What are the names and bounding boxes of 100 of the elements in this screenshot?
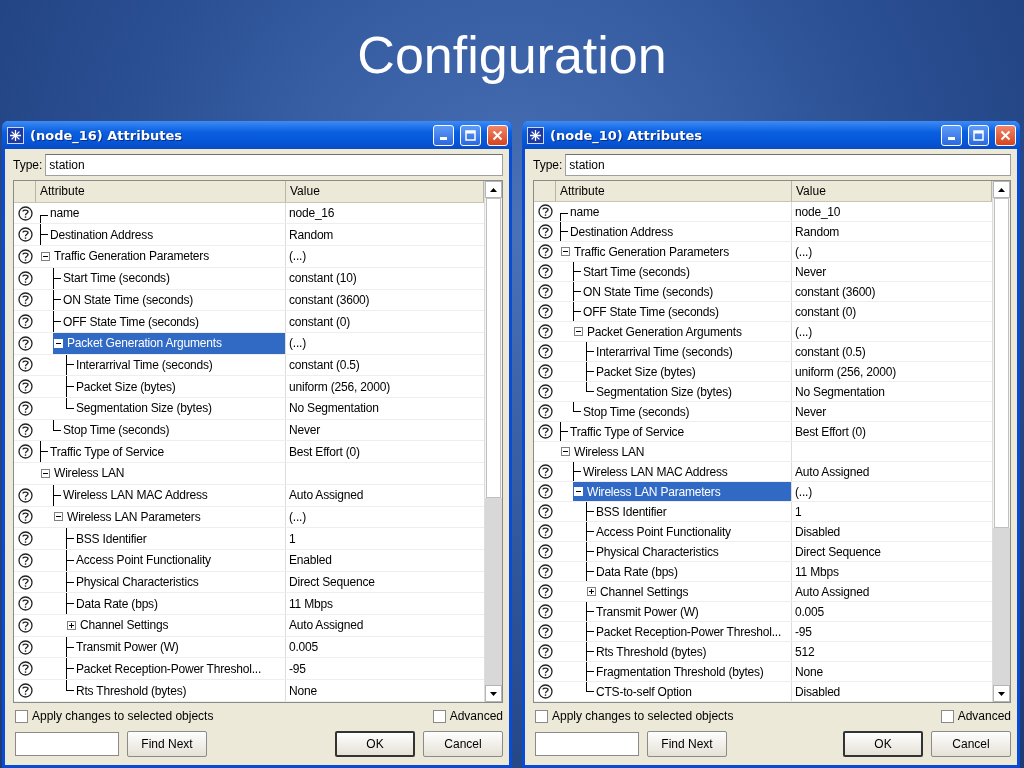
help-icon[interactable] bbox=[537, 664, 553, 680]
column-header[interactable]: Attribute bbox=[36, 181, 286, 202]
tree-item[interactable]: Traffic Generation Parameters bbox=[560, 242, 732, 262]
value-cell[interactable]: Auto Assigned bbox=[286, 484, 484, 506]
help-icon[interactable] bbox=[537, 404, 553, 420]
help-icon[interactable] bbox=[537, 224, 553, 240]
value-cell[interactable]: node_10 bbox=[792, 202, 992, 222]
value-cell[interactable]: constant (3600) bbox=[286, 289, 484, 311]
value-cell[interactable]: (...) bbox=[286, 332, 484, 354]
tree-item[interactable]: Traffic Type of Service bbox=[569, 422, 687, 442]
scroll-down-icon[interactable] bbox=[998, 691, 1005, 696]
value-cell[interactable]: Enabled bbox=[286, 549, 484, 571]
help-icon[interactable] bbox=[17, 422, 33, 438]
expand-icon[interactable] bbox=[587, 587, 596, 597]
help-icon[interactable] bbox=[537, 204, 553, 220]
value-cell[interactable]: constant (10) bbox=[286, 267, 484, 289]
tree-item[interactable]: ON State Time (seconds) bbox=[62, 289, 197, 311]
value-cell[interactable]: None bbox=[792, 662, 992, 682]
value-cell[interactable]: Direct Sequence bbox=[792, 542, 992, 562]
maximize-button[interactable] bbox=[460, 124, 481, 146]
value-cell[interactable]: Random bbox=[286, 224, 484, 246]
value-cell[interactable]: constant (0.5) bbox=[286, 354, 484, 376]
help-icon[interactable] bbox=[537, 624, 553, 640]
value-cell[interactable]: (...) bbox=[286, 506, 484, 528]
help-icon[interactable] bbox=[17, 335, 33, 351]
collapse-icon[interactable] bbox=[54, 512, 63, 522]
tree-item[interactable]: name bbox=[569, 202, 603, 222]
tree-item[interactable]: Packet Generation Arguments bbox=[53, 332, 285, 354]
value-cell[interactable]: 1 bbox=[792, 502, 992, 522]
minimize-button[interactable] bbox=[941, 124, 962, 146]
help-icon[interactable] bbox=[17, 400, 33, 416]
maximize-button[interactable] bbox=[968, 124, 989, 146]
tree-item[interactable]: Wireless LAN Parameters bbox=[573, 482, 791, 502]
value-cell[interactable]: No Segmentation bbox=[286, 398, 484, 419]
tree-item[interactable]: Packet Generation Arguments bbox=[573, 322, 745, 342]
tree-item[interactable]: Start Time (seconds) bbox=[62, 267, 173, 289]
tree-item[interactable]: Transmit Power (W) bbox=[595, 602, 702, 622]
help-icon[interactable] bbox=[17, 248, 33, 264]
tree-item[interactable]: Channel Settings bbox=[586, 582, 692, 602]
tree-item[interactable]: Wireless LAN bbox=[560, 442, 648, 462]
tree-item[interactable]: Segmentation Size (bytes) bbox=[595, 382, 735, 402]
value-cell[interactable]: 0.005 bbox=[792, 602, 992, 622]
close-button[interactable] bbox=[487, 124, 508, 146]
value-cell[interactable]: Disabled bbox=[792, 682, 992, 702]
scrollbar[interactable] bbox=[484, 181, 502, 702]
tree-item[interactable]: Traffic Generation Parameters bbox=[40, 246, 212, 267]
tree-item[interactable]: Wireless LAN MAC Address bbox=[62, 484, 211, 506]
help-icon[interactable] bbox=[537, 544, 553, 560]
value-cell[interactable]: Auto Assigned bbox=[286, 615, 484, 636]
value-cell[interactable]: constant (0) bbox=[286, 311, 484, 332]
column-header[interactable]: Attribute bbox=[556, 181, 792, 202]
ok-button[interactable]: OK bbox=[843, 731, 923, 757]
tree-item[interactable]: Access Point Functionality bbox=[75, 549, 214, 571]
apply-checkbox[interactable]: Apply changes to selected objects bbox=[535, 709, 734, 723]
value-cell[interactable]: 512 bbox=[792, 642, 992, 662]
tree-item[interactable]: Channel Settings bbox=[66, 615, 172, 636]
value-cell[interactable]: (...) bbox=[286, 246, 484, 267]
help-icon[interactable] bbox=[17, 205, 33, 221]
tree-item[interactable]: Traffic Type of Service bbox=[49, 441, 167, 463]
ok-button[interactable]: OK bbox=[335, 731, 415, 757]
tree-item[interactable]: Packet Reception-Power Threshol... bbox=[75, 658, 265, 680]
collapse-icon[interactable] bbox=[41, 251, 50, 261]
help-icon[interactable] bbox=[17, 661, 33, 677]
value-cell[interactable]: (...) bbox=[792, 482, 992, 502]
tree-item[interactable]: Stop Time (seconds) bbox=[62, 419, 173, 441]
help-icon[interactable] bbox=[17, 444, 33, 460]
tree-item[interactable]: Wireless LAN Parameters bbox=[53, 506, 204, 528]
tree-item[interactable]: Physical Characteristics bbox=[595, 542, 722, 562]
cancel-button[interactable]: Cancel bbox=[423, 731, 503, 757]
advanced-checkbox[interactable]: Advanced bbox=[432, 709, 503, 723]
help-icon[interactable] bbox=[537, 244, 553, 260]
advanced-checkbox[interactable]: Advanced bbox=[940, 709, 1011, 723]
find-next-button[interactable]: Find Next bbox=[647, 731, 727, 757]
value-cell[interactable]: Direct Sequence bbox=[286, 571, 484, 593]
value-cell[interactable]: constant (0) bbox=[792, 302, 992, 322]
search-field[interactable] bbox=[15, 732, 119, 756]
help-icon[interactable] bbox=[17, 683, 33, 698]
apply-checkbox[interactable]: Apply changes to selected objects bbox=[15, 709, 214, 723]
help-icon[interactable] bbox=[17, 639, 33, 655]
tree-item[interactable]: Wireless LAN bbox=[40, 463, 128, 484]
tree-item[interactable]: Wireless LAN MAC Address bbox=[582, 462, 731, 482]
collapse-icon[interactable] bbox=[561, 447, 570, 457]
tree-item[interactable]: ON State Time (seconds) bbox=[582, 282, 717, 302]
help-icon[interactable] bbox=[537, 644, 553, 660]
collapse-icon[interactable] bbox=[41, 469, 50, 478]
value-cell[interactable]: Never bbox=[286, 419, 484, 441]
tree-item[interactable]: Packet Size (bytes) bbox=[75, 376, 179, 398]
expand-icon[interactable] bbox=[67, 620, 76, 630]
help-icon[interactable] bbox=[17, 509, 33, 525]
value-cell[interactable]: No Segmentation bbox=[792, 382, 992, 402]
help-icon[interactable] bbox=[17, 357, 33, 373]
value-cell[interactable]: (...) bbox=[792, 322, 992, 342]
cancel-button[interactable]: Cancel bbox=[931, 731, 1011, 757]
help-icon[interactable] bbox=[537, 424, 553, 440]
tree-item[interactable]: Packet Size (bytes) bbox=[595, 362, 699, 382]
value-cell[interactable]: Never bbox=[792, 262, 992, 282]
close-button[interactable] bbox=[995, 124, 1016, 146]
value-cell[interactable]: -95 bbox=[792, 622, 992, 642]
tree-item[interactable]: name bbox=[49, 202, 83, 224]
help-icon[interactable] bbox=[537, 684, 553, 700]
